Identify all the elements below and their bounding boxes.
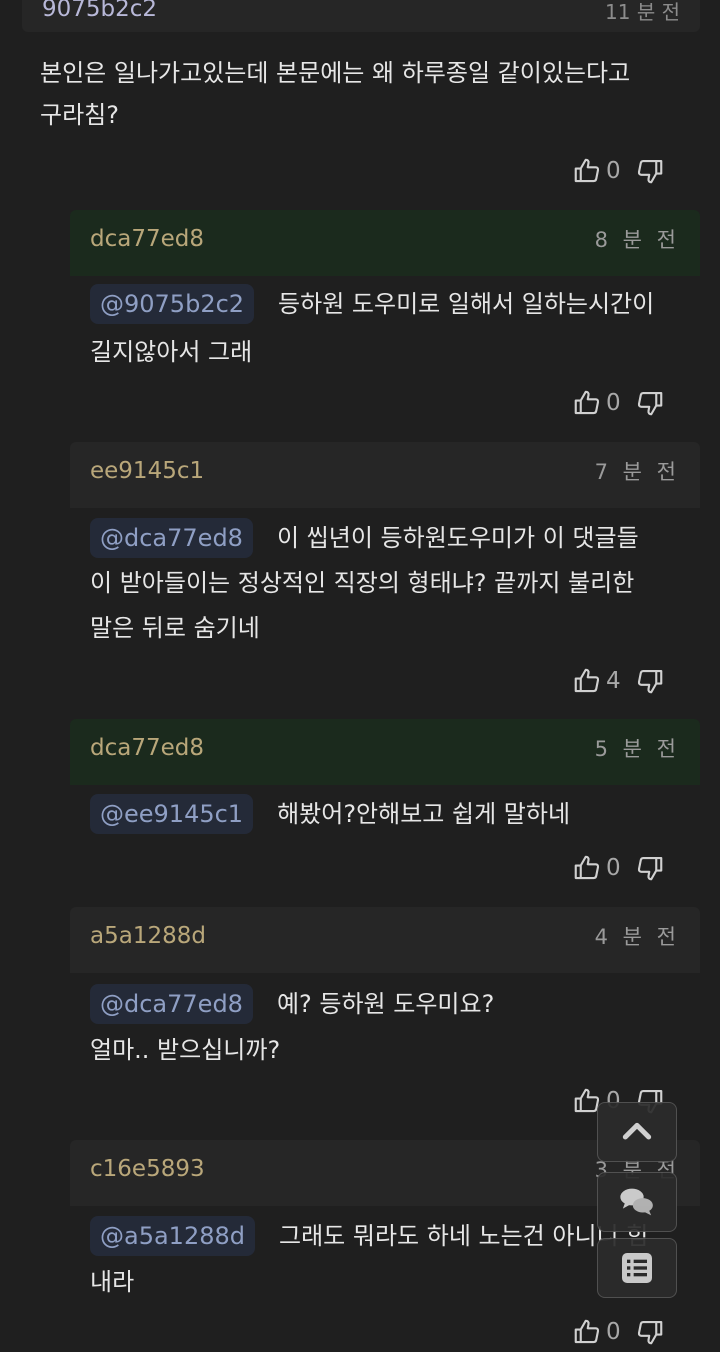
like-count: 4 bbox=[606, 668, 621, 694]
reply-header: ee9145c1 7 분 전 bbox=[70, 442, 700, 508]
thumbs-up-icon[interactable] bbox=[572, 1317, 602, 1347]
reply-time: 5 분 전 bbox=[594, 737, 680, 761]
comment-body: 본인은 일나가고있는데 본문에는 왜 하루종일 같이있는다고 구라침? bbox=[40, 52, 700, 136]
reply-body: @dca77ed8 이 씹년이 등하원도우미가 이 댓글들 이 받아들이는 정상적… bbox=[90, 516, 705, 651]
mention-tag[interactable]: @dca77ed8 bbox=[90, 518, 253, 558]
like-count: 0 bbox=[606, 855, 621, 881]
thumbs-down-icon[interactable] bbox=[635, 156, 665, 186]
chevron-up-icon bbox=[622, 1122, 652, 1140]
reply-text-line: 예? 등하원 도우미요? bbox=[276, 990, 495, 1018]
mention-tag[interactable]: @9075b2c2 bbox=[90, 284, 255, 324]
reply-username[interactable]: dca77ed8 bbox=[90, 735, 204, 761]
comment-text-line: 본인은 일나가고있는데 본문에는 왜 하루종일 같이있는다고 bbox=[40, 59, 631, 87]
reply-username[interactable]: c16e5893 bbox=[90, 1156, 205, 1182]
mention-tag[interactable]: @ee9145c1 bbox=[90, 794, 254, 834]
thumbs-down-icon[interactable] bbox=[635, 853, 665, 883]
reply-header: dca77ed8 5 분 전 bbox=[70, 719, 700, 785]
reply-header: dca77ed8 8 분 전 bbox=[70, 210, 700, 276]
vote-bar: 0 bbox=[572, 1312, 665, 1352]
list-button[interactable] bbox=[597, 1238, 677, 1298]
chat-bubbles-icon bbox=[620, 1188, 653, 1216]
reply-text-line: 그래도 뭐라도 하네 노는건 아니니 힘 bbox=[279, 1222, 649, 1250]
reply-text-line: 등하원 도우미로 일해서 일하는시간이 bbox=[278, 290, 655, 318]
comment-time: 11 분 전 bbox=[605, 0, 680, 24]
like-count: 0 bbox=[606, 158, 621, 184]
like-count: 0 bbox=[606, 1319, 621, 1345]
reply-body: @9075b2c2 등하원 도우미로 일해서 일하는시간이 길지않아서 그래 bbox=[90, 283, 705, 373]
reply-time: 8 분 전 bbox=[594, 228, 680, 252]
top-comment-header: 9075b2c2 11 분 전 bbox=[22, 0, 700, 32]
reply-text-line: 얼마.. 받으십니까? bbox=[90, 1036, 281, 1064]
mention-tag[interactable]: @dca77ed8 bbox=[90, 984, 253, 1024]
reply-username[interactable]: a5a1288d bbox=[90, 923, 206, 949]
thumbs-down-icon[interactable] bbox=[635, 1317, 665, 1347]
thumbs-up-icon[interactable] bbox=[572, 666, 602, 696]
mention-tag[interactable]: @a5a1288d bbox=[90, 1216, 255, 1256]
thumbs-down-icon[interactable] bbox=[635, 388, 665, 418]
reply-header: a5a1288d 4 분 전 bbox=[70, 907, 700, 973]
reply-text-line: 길지않아서 그래 bbox=[90, 338, 253, 366]
reply-body: @ee9145c1 해봤어?안해보고 쉽게 말하네 bbox=[90, 793, 705, 835]
thumbs-up-icon[interactable] bbox=[572, 388, 602, 418]
reply-text-line: 이 씹년이 등하원도우미가 이 댓글들 bbox=[276, 524, 639, 552]
thumbs-up-icon[interactable] bbox=[572, 156, 602, 186]
like-count: 0 bbox=[606, 390, 621, 416]
reply-username[interactable]: dca77ed8 bbox=[90, 226, 204, 252]
vote-bar: 4 bbox=[572, 661, 665, 701]
reply-time: 7 분 전 bbox=[594, 460, 680, 484]
thumbs-down-icon[interactable] bbox=[635, 666, 665, 696]
vote-bar: 0 bbox=[572, 383, 665, 423]
comments-button[interactable] bbox=[597, 1172, 677, 1232]
reply-text-line: 해봤어?안해보고 쉽게 말하네 bbox=[277, 800, 571, 828]
reply-text-line: 말은 뒤로 숨기네 bbox=[90, 614, 260, 642]
comment-text-line: 구라침? bbox=[40, 101, 119, 129]
vote-bar: 0 bbox=[572, 848, 665, 888]
comment-username[interactable]: 9075b2c2 bbox=[42, 0, 157, 22]
reply-time: 4 분 전 bbox=[594, 925, 680, 949]
reply-username[interactable]: ee9145c1 bbox=[90, 458, 204, 484]
list-icon bbox=[622, 1253, 652, 1283]
scroll-top-button[interactable] bbox=[597, 1102, 677, 1162]
thumbs-up-icon[interactable] bbox=[572, 853, 602, 883]
reply-text-line: 이 받아들이는 정상적인 직장의 형태냐? 끝까지 불리한 bbox=[90, 569, 635, 597]
reply-body: @dca77ed8 예? 등하원 도우미요? 얼마.. 받으십니까? bbox=[90, 981, 705, 1073]
vote-bar: 0 bbox=[572, 151, 665, 191]
